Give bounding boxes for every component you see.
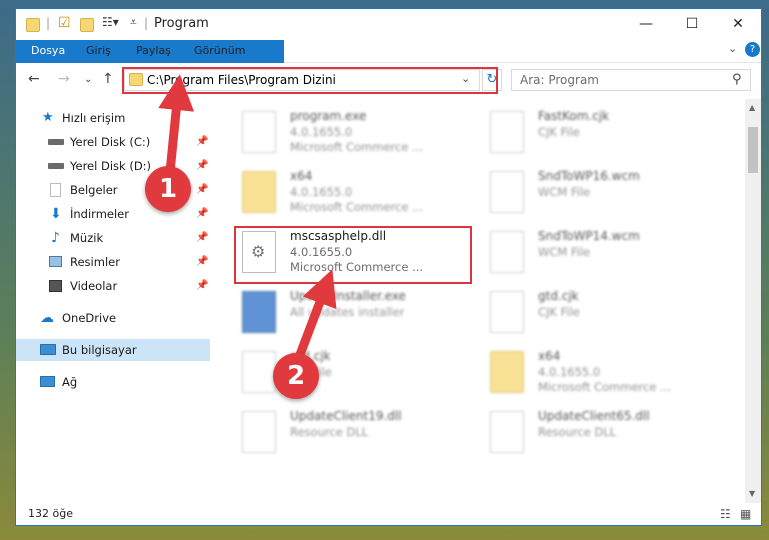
arrow-to-address (158, 74, 195, 177)
annotation-arrows (158, 74, 337, 365)
step-badge-1: 1 (145, 166, 191, 212)
arrow-to-file (293, 269, 337, 365)
step-badge-2: 2 (273, 353, 319, 399)
